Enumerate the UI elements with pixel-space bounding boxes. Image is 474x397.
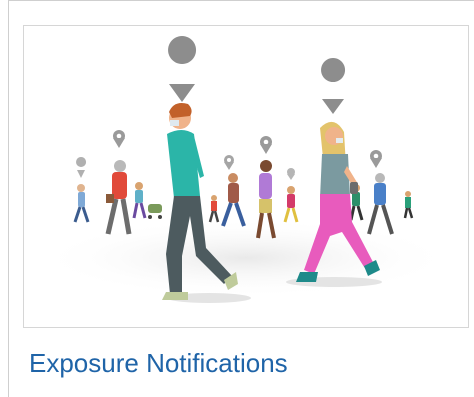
background-walker-4 bbox=[208, 195, 220, 223]
location-pin-icon bbox=[321, 58, 346, 114]
background-walker-5 bbox=[221, 173, 246, 227]
background-stroller bbox=[148, 204, 162, 219]
background-walker-9 bbox=[367, 173, 394, 235]
people-walking-illustration bbox=[36, 36, 456, 303]
location-pin-icon bbox=[224, 155, 234, 170]
background-walker-3 bbox=[132, 182, 147, 219]
background-walker-2 bbox=[105, 160, 132, 235]
exposure-notifications-card[interactable]: Exposure Notifications bbox=[8, 0, 474, 397]
background-walker-1 bbox=[73, 184, 90, 223]
background-walker-10 bbox=[403, 191, 414, 219]
location-pin-icon bbox=[168, 36, 197, 102]
location-pin-icon bbox=[260, 136, 272, 154]
card-image[interactable] bbox=[23, 25, 469, 328]
card-title-link[interactable]: Exposure Notifications bbox=[29, 347, 459, 379]
location-pin-icon bbox=[287, 168, 295, 180]
location-pin-icon bbox=[370, 150, 382, 168]
location-pin-icon bbox=[113, 130, 125, 148]
location-pin-icon bbox=[76, 157, 87, 178]
background-walker-7 bbox=[283, 186, 299, 223]
